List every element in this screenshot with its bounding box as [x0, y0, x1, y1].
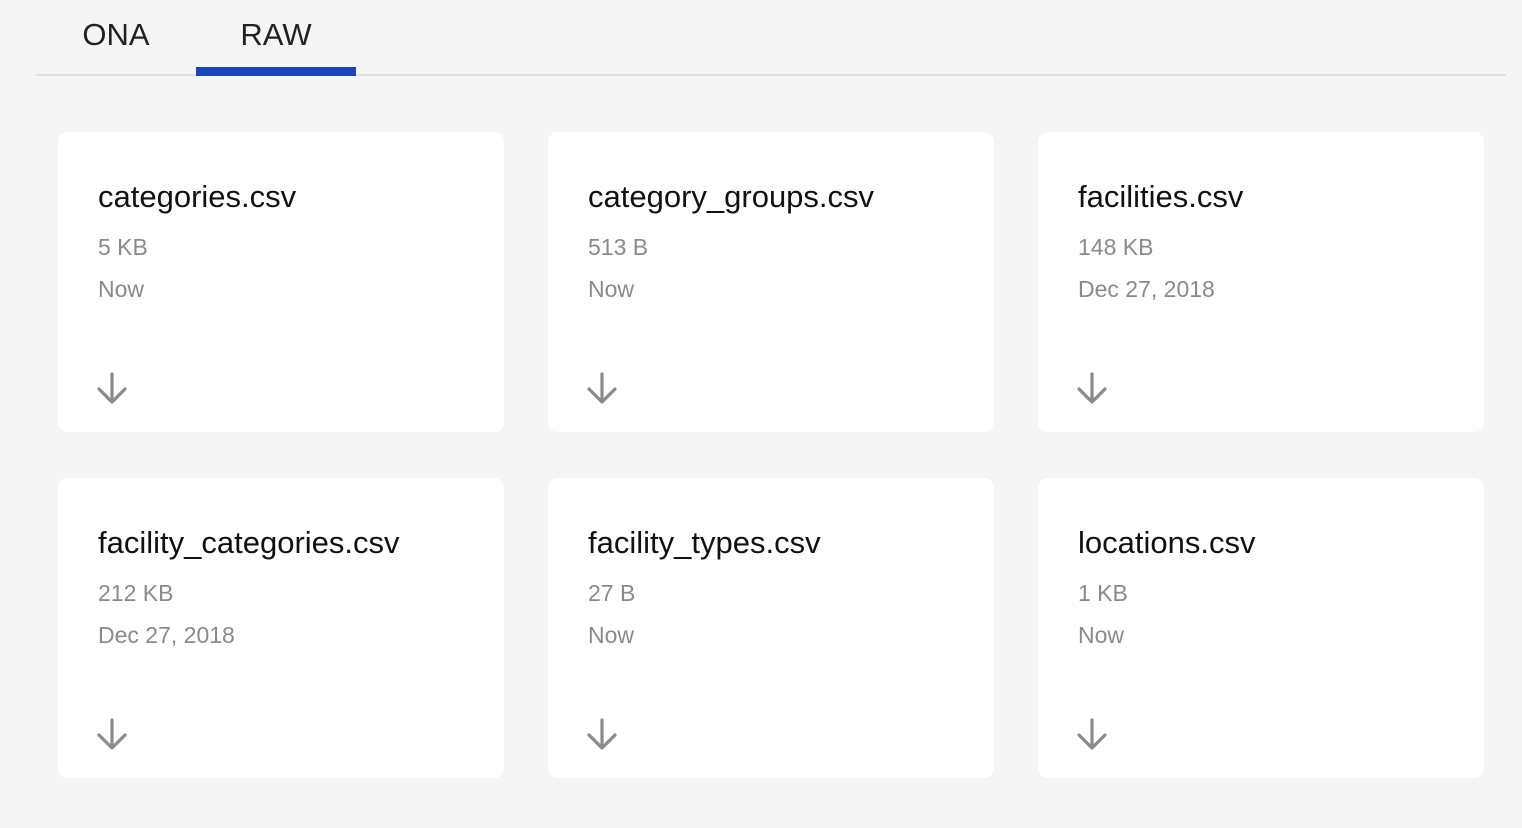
- tab-bar: ONA RAW: [36, 0, 1506, 76]
- download-icon[interactable]: [1074, 716, 1110, 752]
- file-card: locations.csv 1 KB Now: [1038, 478, 1484, 778]
- file-size: 513 B: [588, 234, 649, 260]
- file-size: 27 B: [588, 580, 636, 606]
- file-date: Dec 27, 2018: [1078, 276, 1215, 302]
- file-size: 148 KB: [1078, 234, 1154, 260]
- file-date: Dec 27, 2018: [98, 622, 235, 648]
- file-card: facility_types.csv 27 B Now: [548, 478, 994, 778]
- file-date: Now: [1078, 622, 1125, 648]
- file-name: locations.csv: [1078, 525, 1256, 560]
- file-size: 5 KB: [98, 234, 148, 260]
- tab-ona[interactable]: ONA: [36, 0, 196, 76]
- tab-raw[interactable]: RAW: [196, 0, 356, 76]
- file-size: 1 KB: [1078, 580, 1128, 606]
- file-card: categories.csv 5 KB Now: [58, 132, 504, 432]
- file-card: facility_categories.csv 212 KB Dec 27, 2…: [58, 478, 504, 778]
- file-grid: categories.csv 5 KB Now category_groups.…: [58, 132, 1484, 778]
- file-date: Now: [588, 276, 635, 302]
- file-name: facilities.csv: [1078, 179, 1244, 214]
- download-icon[interactable]: [584, 370, 620, 406]
- file-card: facilities.csv 148 KB Dec 27, 2018: [1038, 132, 1484, 432]
- file-name: facility_categories.csv: [98, 525, 400, 560]
- active-tab-indicator: [196, 67, 356, 76]
- file-size: 212 KB: [98, 580, 174, 606]
- file-date: Now: [98, 276, 145, 302]
- download-icon[interactable]: [584, 716, 620, 752]
- download-icon[interactable]: [94, 370, 130, 406]
- file-name: category_groups.csv: [588, 179, 875, 214]
- file-card: category_groups.csv 513 B Now: [548, 132, 994, 432]
- file-name: facility_types.csv: [588, 525, 821, 560]
- download-icon[interactable]: [1074, 370, 1110, 406]
- file-date: Now: [588, 622, 635, 648]
- file-name: categories.csv: [98, 179, 297, 214]
- download-icon[interactable]: [94, 716, 130, 752]
